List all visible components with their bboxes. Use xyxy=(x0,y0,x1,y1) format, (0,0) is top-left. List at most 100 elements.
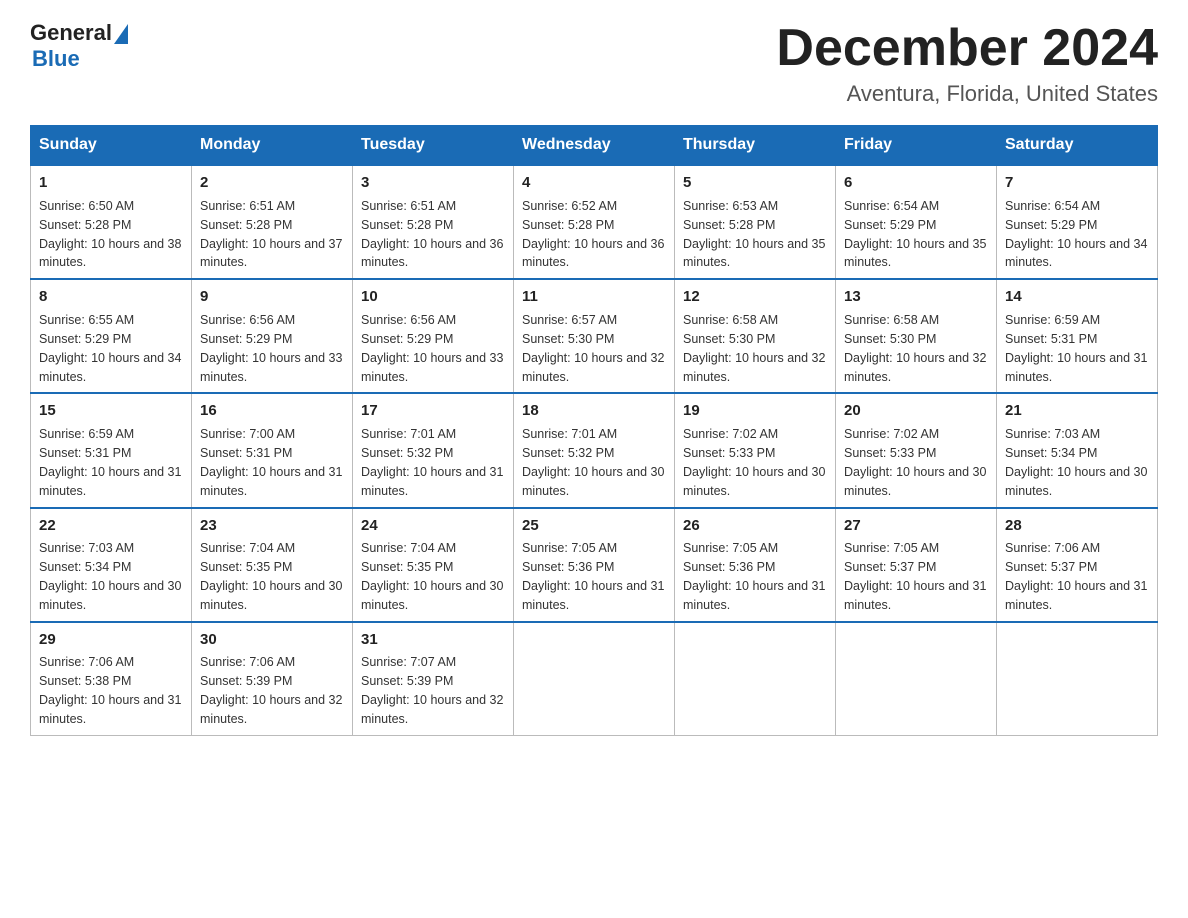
day-number: 20 xyxy=(844,400,988,422)
logo-blue-text: Blue xyxy=(32,46,80,72)
day-info: Sunrise: 7:01 AMSunset: 5:32 PMDaylight:… xyxy=(361,427,503,498)
calendar-cell: 8 Sunrise: 6:55 AMSunset: 5:29 PMDaylight… xyxy=(31,279,192,393)
calendar-cell: 3 Sunrise: 6:51 AMSunset: 5:28 PMDaylight… xyxy=(353,165,514,279)
day-info: Sunrise: 7:07 AMSunset: 5:39 PMDaylight:… xyxy=(361,655,503,726)
calendar-cell: 21Sunrise: 7:03 AMSunset: 5:34 PMDayligh… xyxy=(997,393,1158,507)
day-number: 29 xyxy=(39,629,183,651)
day-info: Sunrise: 7:06 AMSunset: 5:38 PMDaylight:… xyxy=(39,655,181,726)
calendar-cell: 23Sunrise: 7:04 AMSunset: 5:35 PMDayligh… xyxy=(192,508,353,622)
logo: General Blue xyxy=(30,20,128,72)
day-info: Sunrise: 7:02 AMSunset: 5:33 PMDaylight:… xyxy=(683,427,825,498)
day-number: 28 xyxy=(1005,515,1149,537)
day-number: 15 xyxy=(39,400,183,422)
day-number: 14 xyxy=(1005,286,1149,308)
calendar-cell: 9Sunrise: 6:56 AMSunset: 5:29 PMDaylight… xyxy=(192,279,353,393)
calendar-cell: 7Sunrise: 6:54 AMSunset: 5:29 PMDaylight… xyxy=(997,165,1158,279)
day-number: 6 xyxy=(844,172,988,194)
day-info: Sunrise: 6:58 AMSunset: 5:30 PMDaylight:… xyxy=(844,313,986,384)
day-info: Sunrise: 7:04 AMSunset: 5:35 PMDaylight:… xyxy=(361,541,503,612)
location-subtitle: Aventura, Florida, United States xyxy=(776,81,1158,107)
logo-triangle-icon xyxy=(114,24,128,44)
day-number: 19 xyxy=(683,400,827,422)
day-info: Sunrise: 7:00 AMSunset: 5:31 PMDaylight:… xyxy=(200,427,342,498)
calendar-week-4: 22Sunrise: 7:03 AMSunset: 5:34 PMDayligh… xyxy=(31,508,1158,622)
day-info: Sunrise: 6:51 AMSunset: 5:28 PMDaylight:… xyxy=(361,199,503,270)
day-number: 4 xyxy=(522,172,666,194)
calendar-cell: 27 Sunrise: 7:05 AMSunset: 5:37 PMDayligh… xyxy=(836,508,997,622)
day-info: Sunrise: 6:51 AMSunset: 5:28 PMDaylight:… xyxy=(200,199,342,270)
calendar-cell: 24 Sunrise: 7:04 AMSunset: 5:35 PMDayligh… xyxy=(353,508,514,622)
day-info: Sunrise: 6:52 AMSunset: 5:28 PMDaylight:… xyxy=(522,199,664,270)
calendar-cell: 16 Sunrise: 7:00 AMSunset: 5:31 PMDayligh… xyxy=(192,393,353,507)
calendar-cell: 19 Sunrise: 7:02 AMSunset: 5:33 PMDayligh… xyxy=(675,393,836,507)
calendar-cell: 18 Sunrise: 7:01 AMSunset: 5:32 PMDayligh… xyxy=(514,393,675,507)
col-sunday: Sunday xyxy=(31,126,192,166)
day-info: Sunrise: 6:57 AMSunset: 5:30 PMDaylight:… xyxy=(522,313,664,384)
day-info: Sunrise: 6:59 AMSunset: 5:31 PMDaylight:… xyxy=(39,427,181,498)
day-info: Sunrise: 7:03 AMSunset: 5:34 PMDaylight:… xyxy=(39,541,181,612)
calendar-cell: 22Sunrise: 7:03 AMSunset: 5:34 PMDayligh… xyxy=(31,508,192,622)
day-info: Sunrise: 6:55 AMSunset: 5:29 PMDaylight:… xyxy=(39,313,181,384)
day-info: Sunrise: 6:58 AMSunset: 5:30 PMDaylight:… xyxy=(683,313,825,384)
day-info: Sunrise: 6:59 AMSunset: 5:31 PMDaylight:… xyxy=(1005,313,1147,384)
calendar-cell: 2 Sunrise: 6:51 AMSunset: 5:28 PMDaylight… xyxy=(192,165,353,279)
calendar-cell: 6 Sunrise: 6:54 AMSunset: 5:29 PMDaylight… xyxy=(836,165,997,279)
calendar-header-row: Sunday Monday Tuesday Wednesday Thursday… xyxy=(31,126,1158,166)
day-number: 17 xyxy=(361,400,505,422)
calendar-cell xyxy=(997,622,1158,736)
calendar-week-1: 1 Sunrise: 6:50 AMSunset: 5:28 PMDaylight… xyxy=(31,165,1158,279)
day-number: 16 xyxy=(200,400,344,422)
calendar-cell: 10 Sunrise: 6:56 AMSunset: 5:29 PMDayligh… xyxy=(353,279,514,393)
calendar-cell: 26 Sunrise: 7:05 AMSunset: 5:36 PMDayligh… xyxy=(675,508,836,622)
calendar-week-2: 8 Sunrise: 6:55 AMSunset: 5:29 PMDaylight… xyxy=(31,279,1158,393)
day-number: 8 xyxy=(39,286,183,308)
calendar-cell: 29 Sunrise: 7:06 AMSunset: 5:38 PMDayligh… xyxy=(31,622,192,736)
day-info: Sunrise: 6:56 AMSunset: 5:29 PMDaylight:… xyxy=(361,313,503,384)
calendar-cell: 4 Sunrise: 6:52 AMSunset: 5:28 PMDaylight… xyxy=(514,165,675,279)
day-number: 23 xyxy=(200,515,344,537)
day-number: 27 xyxy=(844,515,988,537)
calendar-cell: 15 Sunrise: 6:59 AMSunset: 5:31 PMDayligh… xyxy=(31,393,192,507)
calendar-cell: 25Sunrise: 7:05 AMSunset: 5:36 PMDayligh… xyxy=(514,508,675,622)
calendar-cell: 28 Sunrise: 7:06 AMSunset: 5:37 PMDayligh… xyxy=(997,508,1158,622)
day-number: 9 xyxy=(200,286,344,308)
col-thursday: Thursday xyxy=(675,126,836,166)
day-info: Sunrise: 7:01 AMSunset: 5:32 PMDaylight:… xyxy=(522,427,664,498)
day-number: 2 xyxy=(200,172,344,194)
day-number: 26 xyxy=(683,515,827,537)
calendar-week-5: 29 Sunrise: 7:06 AMSunset: 5:38 PMDayligh… xyxy=(31,622,1158,736)
calendar-cell: 11 Sunrise: 6:57 AMSunset: 5:30 PMDayligh… xyxy=(514,279,675,393)
day-info: Sunrise: 6:53 AMSunset: 5:28 PMDaylight:… xyxy=(683,199,825,270)
day-number: 3 xyxy=(361,172,505,194)
day-info: Sunrise: 7:06 AMSunset: 5:37 PMDaylight:… xyxy=(1005,541,1147,612)
calendar-cell xyxy=(675,622,836,736)
day-info: Sunrise: 7:06 AMSunset: 5:39 PMDaylight:… xyxy=(200,655,342,726)
title-section: December 2024 Aventura, Florida, United … xyxy=(776,20,1158,107)
day-number: 11 xyxy=(522,286,666,308)
day-number: 10 xyxy=(361,286,505,308)
calendar-cell: 30 Sunrise: 7:06 AMSunset: 5:39 PMDayligh… xyxy=(192,622,353,736)
calendar-cell: 12 Sunrise: 6:58 AMSunset: 5:30 PMDayligh… xyxy=(675,279,836,393)
calendar-cell: 5Sunrise: 6:53 AMSunset: 5:28 PMDaylight… xyxy=(675,165,836,279)
day-info: Sunrise: 6:54 AMSunset: 5:29 PMDaylight:… xyxy=(844,199,986,270)
day-number: 7 xyxy=(1005,172,1149,194)
day-number: 1 xyxy=(39,172,183,194)
day-info: Sunrise: 7:05 AMSunset: 5:37 PMDaylight:… xyxy=(844,541,986,612)
calendar-cell: 1 Sunrise: 6:50 AMSunset: 5:28 PMDaylight… xyxy=(31,165,192,279)
day-info: Sunrise: 6:50 AMSunset: 5:28 PMDaylight:… xyxy=(39,199,181,270)
day-number: 21 xyxy=(1005,400,1149,422)
calendar-cell: 20 Sunrise: 7:02 AMSunset: 5:33 PMDayligh… xyxy=(836,393,997,507)
day-number: 30 xyxy=(200,629,344,651)
calendar-cell: 14 Sunrise: 6:59 AMSunset: 5:31 PMDayligh… xyxy=(997,279,1158,393)
calendar-table: Sunday Monday Tuesday Wednesday Thursday… xyxy=(30,125,1158,736)
day-info: Sunrise: 7:05 AMSunset: 5:36 PMDaylight:… xyxy=(683,541,825,612)
day-number: 18 xyxy=(522,400,666,422)
calendar-cell: 31Sunrise: 7:07 AMSunset: 5:39 PMDayligh… xyxy=(353,622,514,736)
col-monday: Monday xyxy=(192,126,353,166)
col-wednesday: Wednesday xyxy=(514,126,675,166)
day-number: 12 xyxy=(683,286,827,308)
month-title: December 2024 xyxy=(776,20,1158,77)
day-number: 24 xyxy=(361,515,505,537)
day-info: Sunrise: 7:02 AMSunset: 5:33 PMDaylight:… xyxy=(844,427,986,498)
day-info: Sunrise: 7:05 AMSunset: 5:36 PMDaylight:… xyxy=(522,541,664,612)
